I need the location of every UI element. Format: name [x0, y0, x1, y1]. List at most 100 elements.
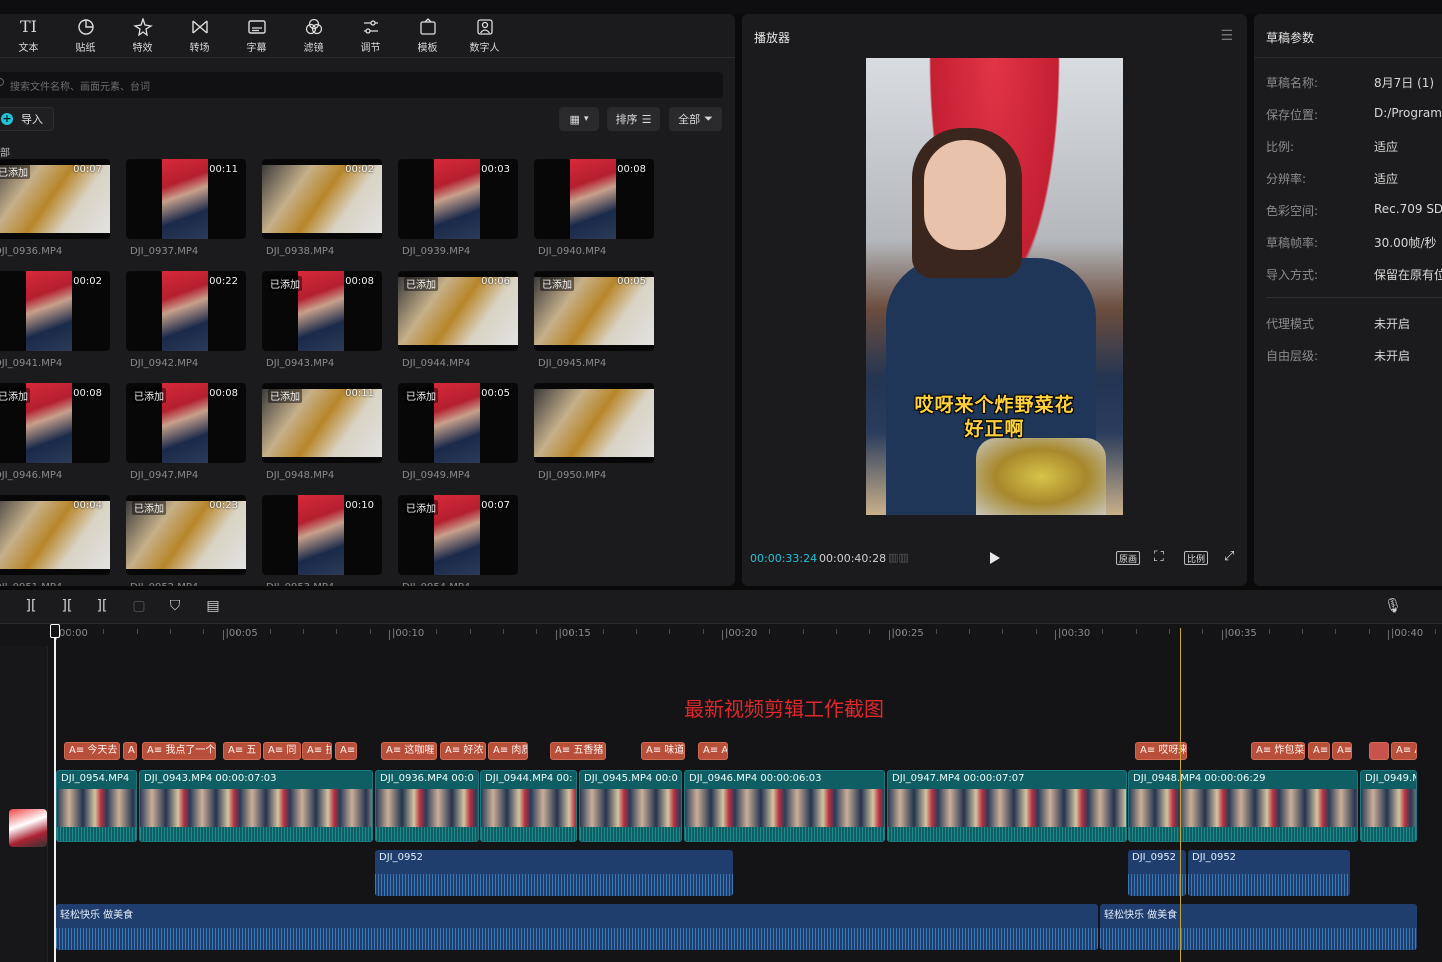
text-clip[interactable]: A≡ A	[1308, 742, 1330, 760]
media-thumbnail[interactable]: 已添加 00:05	[398, 383, 518, 463]
media-card[interactable]: DJI_0950.MP4	[534, 383, 654, 481]
menu-icon[interactable]: ☰	[1220, 28, 1233, 44]
video-clip[interactable]: DJI_0944.MP4 00:	[480, 770, 577, 842]
media-thumbnail[interactable]: 已添加 00:11	[262, 383, 382, 463]
tool-subtitle[interactable]: 字幕	[228, 14, 285, 57]
video-clip[interactable]: DJI_0945.MP4 00:0	[579, 770, 682, 842]
media-card[interactable]: 已添加 00:23 DJI_0952.MP4	[126, 495, 246, 586]
original-quality-button[interactable]: 原画	[1116, 551, 1141, 565]
media-thumbnail[interactable]: 00:11	[126, 159, 246, 239]
media-card[interactable]: 00:02 DJI_0938.MP4	[262, 159, 382, 257]
video-clip[interactable]: DJI_0943.MP4 00:00:07:03	[139, 770, 373, 842]
video-clip[interactable]: DJI_0936.MP4 00:0	[375, 770, 479, 842]
media-thumbnail[interactable]: 00:03	[398, 159, 518, 239]
tool-transition[interactable]: 转场	[171, 14, 228, 57]
text-clip[interactable]: A≡ A	[1391, 742, 1417, 760]
text-clip[interactable]	[1369, 742, 1389, 760]
text-clip[interactable]: A≡ 好浓	[440, 742, 486, 760]
delete-icon[interactable]: ▢	[130, 598, 148, 614]
text-clip[interactable]: A≡ 五香猪	[550, 742, 606, 760]
media-card[interactable]: 00:08 DJI_0940.MP4	[534, 159, 654, 257]
text-clip[interactable]: A≡ 今天去	[64, 742, 120, 760]
media-thumbnail[interactable]: 00:02	[0, 271, 110, 351]
media-card[interactable]: 已添加 00:11 DJI_0948.MP4	[262, 383, 382, 481]
view-mode-button[interactable]: ▦ ▾	[559, 107, 599, 131]
tool-text[interactable]: TI 文本	[0, 14, 57, 57]
media-thumbnail[interactable]: 00:22	[126, 271, 246, 351]
media-thumbnail[interactable]: 00:04	[0, 495, 110, 575]
sort-button[interactable]: 排序 ☰	[607, 107, 660, 131]
media-card[interactable]: 已添加 00:05 DJI_0949.MP4	[398, 383, 518, 481]
audio-clip[interactable]: DJI_0952	[375, 850, 733, 896]
filter-button[interactable]: 全部 ⏷	[669, 107, 722, 131]
media-card[interactable]: 00:03 DJI_0939.MP4	[398, 159, 518, 257]
media-thumbnail[interactable]: 已添加 00:08	[0, 383, 110, 463]
text-clip[interactable]: A≡ A	[1332, 742, 1352, 760]
playhead-handle[interactable]	[50, 624, 60, 638]
video-clip[interactable]: DJI_0954.MP4	[56, 770, 137, 842]
media-thumbnail[interactable]: 00:10	[262, 495, 382, 575]
text-clip[interactable]: A≡ 拉	[302, 742, 332, 760]
edit-icon[interactable]: ▤	[204, 598, 222, 614]
media-thumbnail[interactable]: 已添加 00:05	[534, 271, 654, 351]
cover-thumbnail[interactable]	[9, 809, 47, 847]
media-card[interactable]: 已添加 00:08 DJI_0946.MP4	[0, 383, 110, 481]
split-icon[interactable]: ][	[22, 598, 40, 614]
music-clip[interactable]: 轻松快乐 做美食	[56, 904, 1098, 950]
split-left-icon[interactable]: ][	[58, 598, 76, 614]
playhead[interactable]	[50, 624, 60, 962]
tool-filter[interactable]: 滤镜	[285, 14, 342, 57]
timecode-grid-icon[interactable]: ▥▥	[888, 551, 910, 565]
media-card[interactable]: 00:11 DJI_0937.MP4	[126, 159, 246, 257]
audio-clip[interactable]: DJI_0952	[1128, 850, 1186, 896]
audio-clip[interactable]: DJI_0952	[1188, 850, 1350, 896]
media-thumbnail[interactable]: 00:08	[534, 159, 654, 239]
ratio-button[interactable]: 比例	[1184, 551, 1209, 565]
import-button[interactable]: + 导入	[0, 107, 54, 131]
music-clip[interactable]: 轻松快乐 做美食	[1100, 904, 1417, 950]
text-clip[interactable]: A≡ 肉质	[488, 742, 528, 760]
text-clip[interactable]: A≡ A	[698, 742, 728, 760]
text-clip[interactable]: A≡ A	[123, 742, 137, 760]
media-card[interactable]: 00:04 DJI_0951.MP4	[0, 495, 110, 586]
text-clip[interactable]: A≡ 我点了一个	[142, 742, 216, 760]
video-clip[interactable]: DJI_0946.MP4 00:00:06:03	[684, 770, 885, 842]
media-thumbnail[interactable]: 00:02	[262, 159, 382, 239]
media-card[interactable]: 00:10 DJI_0953.MP4	[262, 495, 382, 586]
video-clip[interactable]: DJI_0947.MP4 00:00:07:07	[887, 770, 1127, 842]
marker-icon[interactable]: ⛉	[166, 598, 184, 614]
timeline[interactable]: 00:00 |00:05 |00:10 |00:15 |00:20 |00:25 |00:3…	[0, 624, 1442, 962]
fullscreen-icon[interactable]: ⤢	[1224, 549, 1234, 564]
text-clip[interactable]: A≡ 同	[263, 742, 301, 760]
media-thumbnail[interactable]: 已添加 00:07	[0, 159, 110, 239]
tool-digital-human[interactable]: 数字人	[456, 14, 513, 57]
media-thumbnail[interactable]: 已添加 00:08	[126, 383, 246, 463]
media-thumbnail[interactable]: 已添加 00:07	[398, 495, 518, 575]
tool-sticker[interactable]: 贴纸	[57, 14, 114, 57]
media-thumbnail[interactable]: 已添加 00:08	[262, 271, 382, 351]
tool-template[interactable]: 模板	[399, 14, 456, 57]
media-card[interactable]: 已添加 00:08 DJI_0947.MP4	[126, 383, 246, 481]
video-clip[interactable]: DJI_0948.MP4 00:00:06:29	[1128, 770, 1358, 842]
tool-effects[interactable]: 特效	[114, 14, 171, 57]
media-thumbnail[interactable]: 已添加 00:06	[398, 271, 518, 351]
play-icon[interactable]	[988, 550, 1002, 566]
text-clip[interactable]: A≡ A	[335, 742, 357, 760]
text-clip[interactable]: A≡ 味道	[641, 742, 685, 760]
text-clip[interactable]: A≡ 五	[223, 742, 261, 760]
tool-adjust[interactable]: 调节	[342, 14, 399, 57]
fullscreen-fit-icon[interactable]: ⛶	[1154, 549, 1164, 565]
media-card[interactable]: 00:02 DJI_0941.MP4	[0, 271, 110, 369]
media-thumbnail[interactable]	[534, 383, 654, 463]
media-thumbnail[interactable]: 已添加 00:23	[126, 495, 246, 575]
media-card[interactable]: 已添加 00:06 DJI_0944.MP4	[398, 271, 518, 369]
media-card[interactable]: 00:22 DJI_0942.MP4	[126, 271, 246, 369]
media-card[interactable]: 已添加 00:07 DJI_0936.MP4	[0, 159, 110, 257]
split-right-icon[interactable]: ][	[93, 598, 111, 614]
media-card[interactable]: 已添加 00:05 DJI_0945.MP4	[534, 271, 654, 369]
text-clip[interactable]: A≡ 炸包菜	[1251, 742, 1305, 760]
media-search-input[interactable]: 搜索文件名称、画面元素、台词	[0, 72, 723, 98]
text-clip[interactable]: A≡ 这咖喱	[381, 742, 437, 760]
time-ruler[interactable]: 00:00 |00:05 |00:10 |00:15 |00:20 |00:25 |00:3…	[0, 624, 1442, 646]
media-card[interactable]: 已添加 00:07 DJI_0954.MP4	[398, 495, 518, 586]
